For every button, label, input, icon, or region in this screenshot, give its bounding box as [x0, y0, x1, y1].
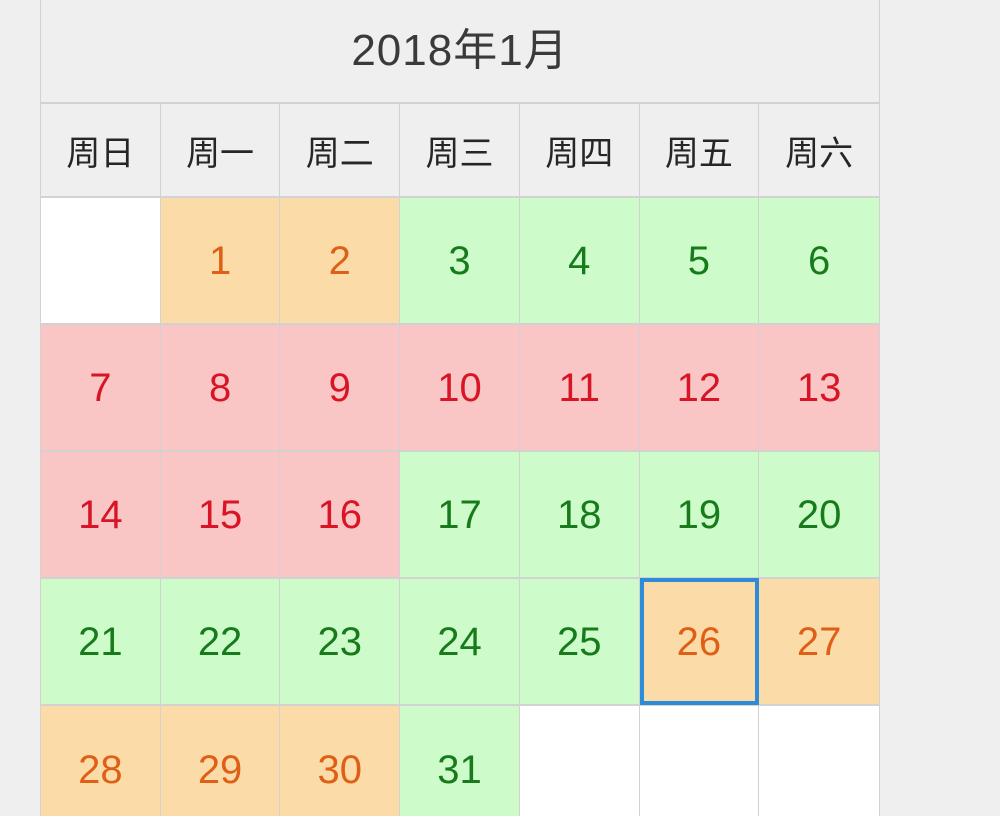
weekday-header-6: 周六 — [759, 104, 879, 196]
day-cell-23[interactable]: 23 — [280, 579, 401, 704]
calendar-month-title: 2018年1月 — [41, 0, 879, 104]
day-cell-3[interactable]: 3 — [400, 198, 520, 323]
weekday-header-0: 周日 — [41, 104, 161, 196]
day-cell-30[interactable]: 30 — [280, 706, 401, 816]
day-cell-20[interactable]: 20 — [759, 452, 879, 577]
day-number: 12 — [676, 365, 722, 410]
day-cell-19[interactable]: 19 — [639, 452, 760, 577]
day-number: 15 — [197, 492, 243, 537]
day-number: 18 — [556, 492, 602, 537]
day-cell-16[interactable]: 16 — [280, 452, 401, 577]
day-cell-15[interactable]: 15 — [160, 452, 281, 577]
day-cell-12[interactable]: 12 — [639, 325, 760, 450]
day-cell-14[interactable]: 14 — [41, 452, 161, 577]
day-number: 13 — [796, 365, 842, 410]
day-cell-17[interactable]: 17 — [400, 452, 520, 577]
day-cell-28[interactable]: 28 — [41, 706, 161, 816]
weekday-header-5: 周五 — [639, 104, 760, 196]
day-number: 5 — [687, 238, 711, 283]
calendar-week-row: 1 2 3 4 5 6 — [41, 198, 879, 325]
day-cell-7[interactable]: 7 — [41, 325, 161, 450]
day-cell-10[interactable]: 10 — [400, 325, 520, 450]
day-number: 7 — [89, 365, 112, 410]
day-number: 28 — [78, 747, 123, 792]
calendar-page: 2018年1月 周日 周一 周二 周三 周四 周五 周六 1 2 3 4 5 6 7 8 9 10 11 12 13… — [0, 0, 1000, 816]
day-cell-25[interactable]: 25 — [519, 579, 640, 704]
day-number: 14 — [78, 492, 123, 537]
day-number: 29 — [197, 747, 243, 792]
day-cell-13[interactable]: 13 — [759, 325, 879, 450]
calendar-panel: 2018年1月 周日 周一 周二 周三 周四 周五 周六 1 2 3 4 5 6 7 8 9 10 11 12 13… — [40, 0, 880, 816]
calendar-week-row: 21 22 23 24 25 26 27 — [41, 578, 879, 706]
day-cell-31[interactable]: 31 — [400, 706, 520, 816]
day-cell-empty-4-4 — [519, 706, 640, 816]
day-cell-2[interactable]: 2 — [280, 198, 401, 323]
day-cell-9[interactable]: 9 — [280, 325, 401, 450]
day-cell-4[interactable]: 4 — [519, 198, 640, 323]
day-number: 8 — [208, 365, 232, 410]
weekday-header-4: 周四 — [519, 104, 640, 196]
day-number: 20 — [796, 492, 842, 537]
day-cell-24[interactable]: 24 — [400, 579, 520, 704]
day-cell-5[interactable]: 5 — [639, 198, 760, 323]
day-cell-21[interactable]: 21 — [41, 579, 161, 704]
calendar-date-grid: 1 2 3 4 5 6 7 8 9 10 11 12 13 14 15 16 17 18 19 20 21 22 23 24 2… — [41, 198, 879, 816]
day-cell-29[interactable]: 29 — [160, 706, 281, 816]
day-cell-26[interactable]: 26 — [639, 578, 760, 705]
calendar-week-row: 7 8 9 10 11 12 13 — [41, 325, 879, 452]
calendar-week-row: 14 15 16 17 18 19 20 — [41, 452, 879, 579]
day-number: 30 — [317, 747, 363, 792]
day-number: 9 — [328, 365, 351, 410]
day-cell-empty-0-0 — [41, 198, 161, 323]
day-number: 2 — [328, 238, 351, 283]
day-cell-8[interactable]: 8 — [160, 325, 281, 450]
day-number: 3 — [448, 238, 471, 283]
day-number: 31 — [437, 747, 482, 792]
day-number: 25 — [556, 619, 602, 664]
day-cell-22[interactable]: 22 — [160, 579, 281, 704]
weekday-header-1: 周一 — [160, 104, 281, 196]
day-cell-6[interactable]: 6 — [759, 198, 879, 323]
day-number: 4 — [568, 238, 591, 283]
weekday-header-2: 周二 — [280, 104, 401, 196]
day-cell-empty-4-5 — [639, 706, 760, 816]
day-number: 22 — [197, 619, 243, 664]
day-number: 16 — [317, 492, 363, 537]
day-number: 6 — [808, 238, 831, 283]
day-number: 24 — [437, 619, 482, 664]
day-cell-18[interactable]: 18 — [519, 452, 640, 577]
day-number: 21 — [78, 619, 123, 664]
day-number: 1 — [208, 238, 232, 283]
day-cell-1[interactable]: 1 — [160, 198, 281, 323]
day-cell-empty-4-6 — [759, 706, 879, 816]
day-number: 19 — [676, 492, 722, 537]
day-number: 10 — [437, 365, 482, 410]
weekday-header-3: 周三 — [400, 104, 520, 196]
day-number: 11 — [558, 365, 600, 410]
day-number: 23 — [317, 619, 363, 664]
day-number: 26 — [676, 619, 722, 664]
weekday-header-row: 周日 周一 周二 周三 周四 周五 周六 — [41, 104, 879, 198]
day-number: 17 — [437, 492, 482, 537]
calendar-week-row: 28 29 30 31 — [41, 706, 879, 816]
day-number: 27 — [796, 619, 842, 664]
day-cell-27[interactable]: 27 — [759, 579, 879, 704]
day-cell-11[interactable]: 11 — [519, 325, 640, 450]
